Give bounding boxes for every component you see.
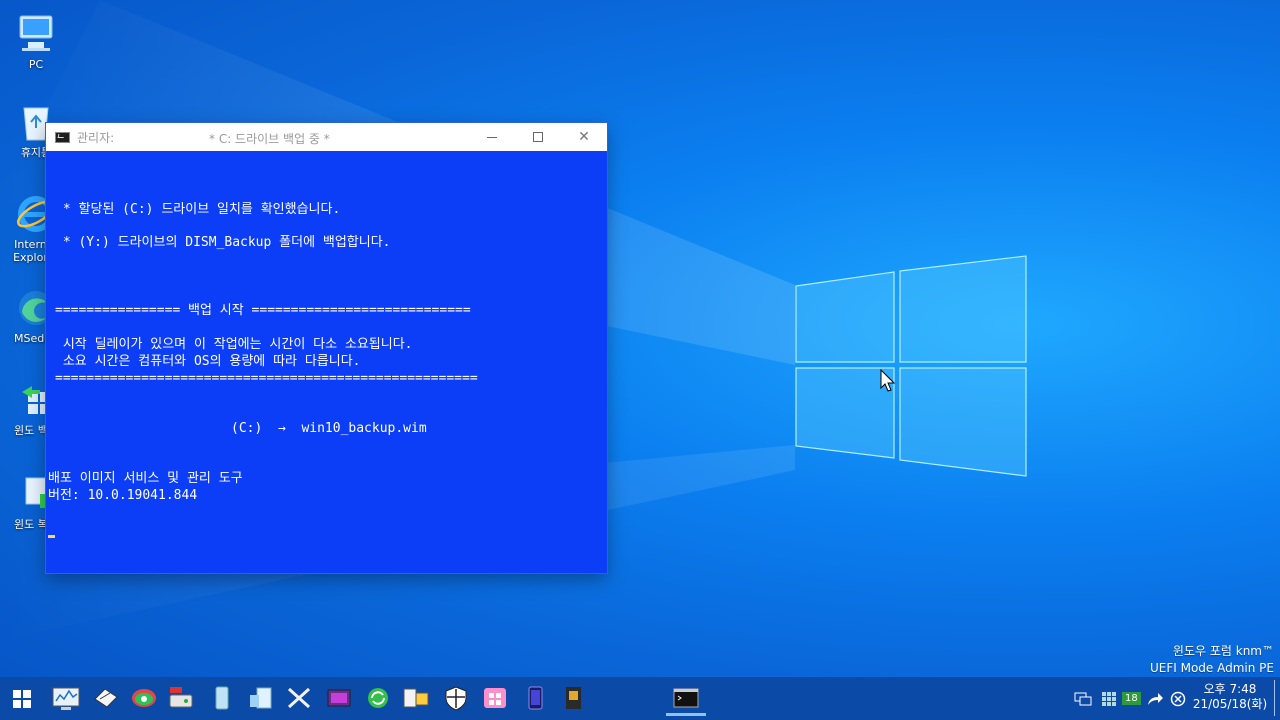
close-button[interactable]: ✕ [561,123,607,151]
start-button[interactable] [0,677,44,720]
mouse-pointer-icon [880,369,896,392]
console-line: ========================================… [55,371,478,386]
computer-manage-icon[interactable] [284,683,314,713]
refresh-icon[interactable] [363,683,393,713]
console-line: 시작 딜레이가 있으며 이 작업에는 시간이 다소 소요됩니다. [55,337,413,352]
console-cursor [48,535,55,538]
close-icon: ✕ [578,129,590,145]
console-icon[interactable] [671,683,701,713]
console-titlebar[interactable]: 관리자: * C: 드라이브 백업 중 * ✕ [46,123,607,151]
clock-date: 21/05/18(화) [1192,697,1268,711]
explorer-icon[interactable] [401,683,431,713]
active-window-indicator [666,713,706,716]
windows-store-icon[interactable] [480,683,510,713]
console-line: * (Y:) 드라이브의 DISM_Backup 폴더에 백업합니다. [55,235,391,250]
pc-icon [14,12,58,56]
desktop-watermark: 윈도우 포럼 knm™ UEFI Mode Admin PE [1150,643,1274,677]
console-line: (C:) → win10_backup.wim [231,421,427,436]
tray-grid-icon[interactable] [1101,677,1117,720]
console-owner-label: 관리자: [77,130,115,145]
watermark-line: 윈도우 포럼 knm™ [1172,644,1274,658]
shield-icon[interactable] [441,683,471,713]
windows-logo-wallpaper [795,255,1027,477]
tray-share-icon[interactable] [1146,677,1164,720]
notepad-icon[interactable] [246,683,276,713]
maximize-button[interactable] [515,123,561,151]
windows-start-icon [13,689,31,708]
task-manager-icon[interactable] [51,683,81,713]
tray-close-icon[interactable] [1170,677,1186,720]
console-line: * 할당된 (C:) 드라이브 일치를 확인했습니다. [55,202,341,217]
clock-time: 오후 7:48 [1203,682,1257,696]
network-icon[interactable] [129,683,159,713]
console-line: 배포 이미지 서비스 및 관리 도구 [48,471,243,486]
sd-card-icon[interactable] [558,683,588,713]
console-title: * C: 드라이브 백업 중 * [209,132,330,146]
minimize-icon [487,136,497,138]
taskbar-clock[interactable]: 오후 7:48 21/05/18(화) [1192,682,1268,712]
tray-network-icon[interactable] [1073,677,1093,720]
show-desktop-button[interactable] [1274,680,1275,716]
console-window[interactable]: 관리자: * C: 드라이브 백업 중 * ✕ * 할당된 (C:) 드라이브 … [46,123,607,573]
tray-badge-text: 18 [1122,692,1141,705]
disk-tool-icon[interactable] [90,683,120,713]
tools-icon[interactable] [324,683,354,713]
console-output[interactable]: * 할당된 (C:) 드라이브 일치를 확인했습니다. * (Y:) 드라이브의… [46,151,607,573]
desktop-icon-pc[interactable]: PC [6,12,66,71]
maximize-icon [533,132,543,142]
partition-icon[interactable] [166,683,196,713]
usb-drive-icon[interactable] [206,683,236,713]
watermark-line: UEFI Mode Admin PE [1149,661,1274,675]
console-app-icon [55,131,70,143]
console-line: 소요 시간은 컴퓨터와 OS의 용량에 따라 다릅니다. [55,354,361,369]
tray-badge[interactable]: 18 [1122,677,1141,720]
console-line: ================ 백업 시작 =================… [55,303,471,318]
minimize-button[interactable] [469,123,515,151]
console-line: 버전: 10.0.19041.844 [48,488,198,503]
phone-icon[interactable] [520,683,550,713]
desktop-icon-label: PC [28,58,44,71]
